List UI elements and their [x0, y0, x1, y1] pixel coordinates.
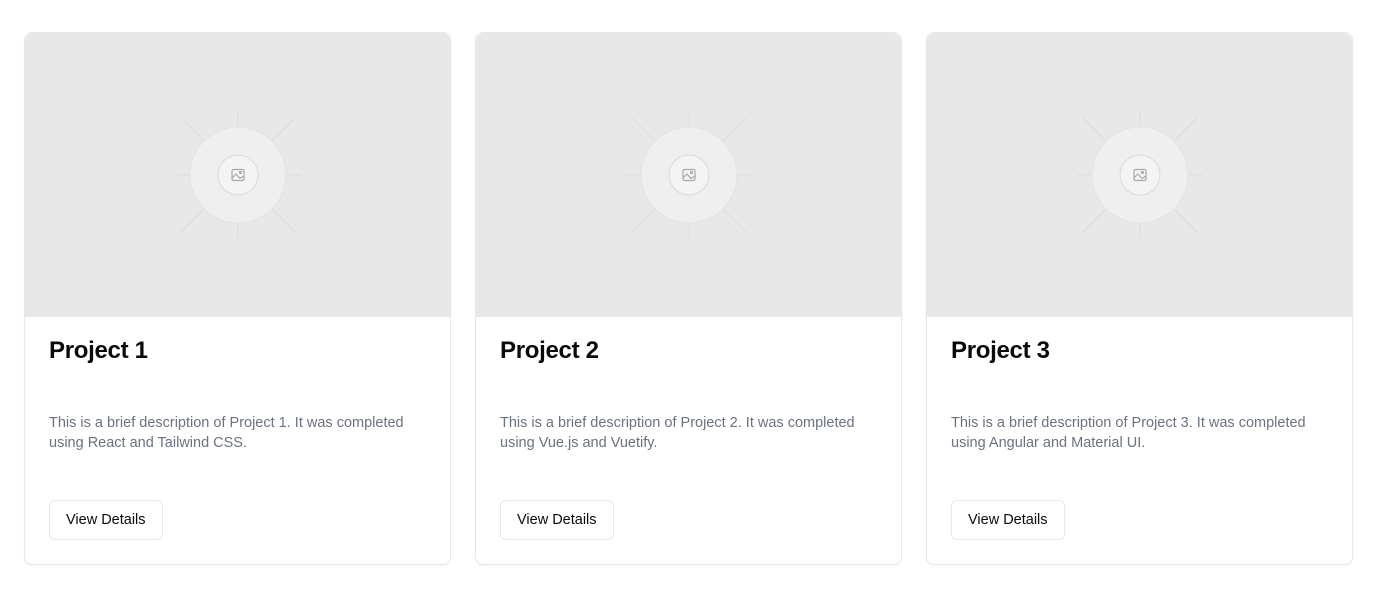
project-description: This is a brief description of Project 3…: [951, 415, 1306, 451]
view-details-button[interactable]: View Details: [951, 500, 1065, 540]
project-title: Project 1: [49, 337, 148, 364]
project-thumbnail: [25, 33, 450, 317]
project-grid: Project 1 This is a brief description of…: [24, 32, 1353, 565]
project-thumbnail: [476, 33, 901, 317]
image-placeholder-icon: [174, 112, 301, 238]
view-details-button[interactable]: View Details: [500, 500, 614, 540]
project-title: Project 2: [500, 337, 599, 364]
project-card: Project 2 This is a brief description of…: [475, 32, 902, 565]
view-details-button[interactable]: View Details: [49, 500, 163, 540]
project-title: Project 3: [951, 337, 1050, 364]
project-thumbnail: [927, 33, 1352, 317]
image-placeholder-icon: [625, 112, 752, 238]
project-description: This is a brief description of Project 1…: [49, 415, 404, 451]
project-description: This is a brief description of Project 2…: [500, 415, 855, 451]
project-card: Project 1 This is a brief description of…: [24, 32, 451, 565]
image-placeholder-icon: [1076, 112, 1203, 238]
project-card: Project 3 This is a brief description of…: [926, 32, 1353, 565]
